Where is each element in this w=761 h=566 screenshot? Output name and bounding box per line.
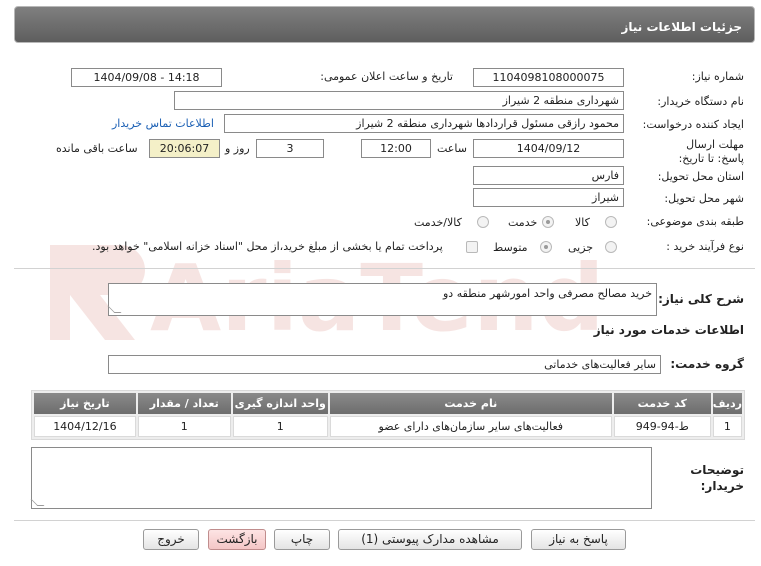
col-unit: واحد اندازه گیری — [232, 393, 328, 414]
table-header-row: ردیف کد خدمت نام خدمت واحد اندازه گیری ت… — [34, 393, 742, 414]
resize-handle-icon[interactable] — [30, 499, 45, 506]
process-radio-medium[interactable] — [540, 241, 552, 253]
exit-button[interactable]: خروج — [143, 529, 199, 550]
announce-date-label: تاریخ و ساعت اعلان عمومی: — [320, 70, 453, 83]
process-radio-minor[interactable] — [605, 241, 617, 253]
category-label: طبقه بندی موضوعی: — [646, 215, 744, 228]
col-need-date: تاریخ نیاز — [34, 393, 136, 414]
resize-handle-icon[interactable] — [107, 306, 122, 313]
city-field: شیراز — [473, 188, 624, 207]
process-option-minor: جزیی — [568, 241, 594, 254]
province-field: فارس — [473, 166, 624, 185]
cell-quantity: 1 — [137, 416, 231, 437]
summary-textarea[interactable]: خرید مصالح مصرفی واحد امورشهر منطقه دو — [107, 283, 657, 316]
reply-button[interactable]: پاسخ به نیاز — [531, 529, 626, 550]
days-label: روز و — [225, 142, 250, 155]
deadline-date-field: 1404/09/12 — [473, 139, 624, 158]
treasury-payment-checkbox[interactable] — [466, 241, 478, 253]
creator-field: محمود رازقی مسئول قراردادها شهرداری منطق… — [224, 114, 624, 133]
buyer-notes-text — [32, 448, 651, 454]
buyer-org-label: نام دستگاه خریدار: — [657, 95, 744, 108]
contact-info-link[interactable]: اطلاعات تماس خریدار — [112, 117, 214, 130]
services-section-title: اطلاعات خدمات مورد نیاز — [593, 323, 744, 337]
divider — [14, 268, 755, 269]
page-title: جزئیات اطلاعات نیاز — [14, 6, 755, 43]
days-field: 3 — [256, 139, 324, 158]
services-table: ردیف کد خدمت نام خدمت واحد اندازه گیری ت… — [31, 390, 745, 440]
category-radio-service[interactable] — [542, 216, 554, 228]
cell-service-name: فعالیت‌های سایر سازمان‌های دارای عضو — [329, 416, 612, 437]
category-option-service: خدمت — [508, 216, 538, 229]
need-number-field: 1104098108000075 — [473, 68, 624, 87]
remaining-time-field: 20:06:07 — [149, 139, 220, 158]
deadline-label: مهلت ارسال پاسخ: تا تاریخ: — [678, 138, 744, 165]
deadline-time-label: ساعت — [437, 142, 467, 155]
city-label: شهر محل تحویل: — [664, 192, 744, 205]
col-row: ردیف — [712, 393, 742, 414]
need-number-label: شماره نیاز: — [691, 70, 744, 83]
cell-need-date: 1404/12/16 — [34, 416, 136, 437]
back-button[interactable]: بازگشت — [208, 529, 266, 550]
service-group-field: سایر فعالیت‌های خدماتی — [108, 355, 661, 374]
category-option-goods: کالا — [575, 216, 590, 229]
table-row: 1 ط-94-949 فعالیت‌های سایر سازمان‌های دا… — [34, 416, 742, 437]
remaining-time-label: ساعت باقی مانده — [56, 142, 138, 155]
view-attachments-button[interactable]: مشاهده مدارک پیوستی (1) — [338, 529, 522, 550]
category-option-goods-service: کالا/خدمت — [414, 216, 462, 229]
col-quantity: تعداد / مقدار — [137, 393, 231, 414]
summary-text: خرید مصالح مصرفی واحد امورشهر منطقه دو — [443, 287, 652, 300]
print-button[interactable]: چاپ — [274, 529, 330, 550]
process-label: نوع فرآیند خرید : — [666, 240, 744, 253]
category-radio-goods[interactable] — [605, 216, 617, 228]
cell-unit: 1 — [232, 416, 328, 437]
buyer-org-field: شهرداری منطقه 2 شیراز — [174, 91, 624, 110]
announce-date-field: 1404/09/08 - 14:18 — [71, 68, 222, 87]
cell-row: 1 — [712, 416, 742, 437]
category-radio-goods-service[interactable] — [477, 216, 489, 228]
divider — [14, 520, 755, 521]
province-label: استان محل تحویل: — [657, 170, 744, 183]
treasury-payment-note: پرداخت تمام یا بخشی از مبلغ خرید،از محل … — [92, 240, 443, 253]
buyer-notes-textarea[interactable] — [30, 447, 652, 509]
creator-label: ایجاد کننده درخواست: — [642, 118, 744, 131]
buyer-notes-label: توضیحات خریدار: — [690, 463, 744, 493]
process-option-medium: متوسط — [493, 241, 528, 254]
cell-service-code: ط-94-949 — [613, 416, 711, 437]
deadline-time-field: 12:00 — [361, 139, 431, 158]
service-group-label: گروه خدمت: — [670, 357, 744, 371]
summary-label: شرح کلی نیاز: — [658, 292, 744, 306]
col-service-name: نام خدمت — [329, 393, 612, 414]
col-service-code: کد خدمت — [613, 393, 711, 414]
